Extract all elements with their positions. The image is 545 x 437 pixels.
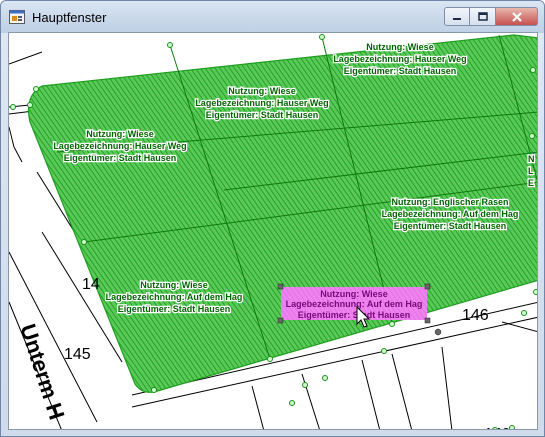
- minimize-icon: [453, 17, 461, 20]
- parcel-5-nutzung: Nutzung: Wiese: [140, 280, 207, 290]
- main-window: Hauptfenster Nutzung: Wiese Lagebezeichn…: [0, 0, 545, 437]
- app-icon: [9, 10, 25, 24]
- parcel-1-lage: Lagebezeichnung: Hauser Weg: [333, 54, 466, 64]
- close-icon: [511, 11, 522, 22]
- parcel-6-lage: Lagebezeichnung: Auf dem Hag: [286, 299, 423, 309]
- parcel-5-eigentuemer: Eigentümer: Stadt Hausen: [118, 304, 231, 314]
- parcel-4-nutzung: Nutzung: Englischer Rasen: [391, 197, 508, 207]
- parcel-2-eigentuemer: Eigentümer: Stadt Hausen: [206, 110, 319, 120]
- window-controls: [444, 7, 538, 27]
- edge-label-bottom: E: [528, 178, 534, 188]
- minimize-button[interactable]: [444, 7, 470, 26]
- parcel-5-lage: Lagebezeichnung: Auf dem Hag: [106, 292, 243, 302]
- title-bar[interactable]: Hauptfenster: [1, 1, 544, 33]
- window-title: Hauptfenster: [32, 10, 107, 25]
- parcel-number-14x: 14: [82, 276, 100, 293]
- parcel-3-nutzung: Nutzung: Wiese: [86, 129, 153, 139]
- parcel-6-eigentuemer: Eigentümer: Stadt Hausen: [298, 310, 411, 320]
- parcel-number-146: 146: [462, 307, 489, 324]
- map-canvas[interactable]: Nutzung: Wiese Lagebezeichnung: Hauser W…: [8, 32, 538, 430]
- parcel-1-nutzung: Nutzung: Wiese: [366, 42, 433, 52]
- close-button[interactable]: [496, 7, 538, 26]
- edge-label-mid: L: [528, 166, 534, 176]
- maximize-button[interactable]: [470, 7, 496, 26]
- edge-label-top: N: [528, 154, 535, 164]
- parcel-label-4: Nutzung: Englischer Rasen Lagebezeichnun…: [380, 196, 519, 233]
- parcel-4-eigentuemer: Eigentümer: Stadt Hausen: [394, 221, 507, 231]
- street-name: Unterm H: [15, 321, 69, 423]
- parcel-3-lage: Lagebezeichnung: Hauser Weg: [53, 141, 186, 151]
- maximize-icon: [477, 12, 488, 21]
- parcel-2-nutzung: Nutzung: Wiese: [228, 86, 295, 96]
- parcel-number-145: 145: [64, 346, 91, 363]
- parcel-3-eigentuemer: Eigentümer: Stadt Hausen: [64, 153, 177, 163]
- map-view[interactable]: Nutzung: Wiese Lagebezeichnung: Hauser W…: [9, 33, 538, 430]
- parcel-1-eigentuemer: Eigentümer: Stadt Hausen: [344, 66, 457, 76]
- parcel-number-149: 149: [484, 426, 511, 430]
- parcel-6-nutzung: Nutzung: Wiese: [320, 289, 387, 299]
- parcel-4-lage: Lagebezeichnung: Auf dem Hag: [382, 209, 519, 219]
- parcel-2-lage: Lagebezeichnung: Hauser Weg: [195, 98, 328, 108]
